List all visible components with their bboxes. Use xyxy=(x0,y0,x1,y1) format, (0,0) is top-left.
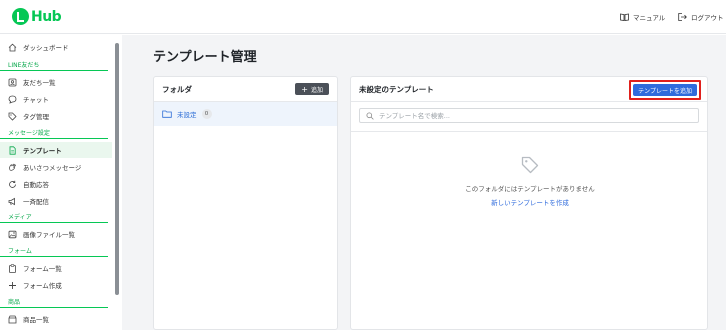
sidebar-section-products: 商品 xyxy=(0,295,108,308)
divider xyxy=(351,131,707,132)
sidebar-item-broadcast[interactable]: 一斉配信 xyxy=(0,193,112,209)
refresh-icon xyxy=(8,180,17,189)
sidebar-section-form: フォーム xyxy=(0,244,108,257)
template-panel-header: 未設定のテンプレート テンプレートを追加 xyxy=(351,77,707,102)
plus-icon: + xyxy=(301,84,308,94)
logo[interactable]: Hub xyxy=(12,8,62,25)
image-icon xyxy=(8,230,17,239)
logout-label: ログアウト xyxy=(691,14,724,22)
document-icon xyxy=(8,145,17,155)
search-input[interactable] xyxy=(379,111,679,120)
clipboard-icon xyxy=(8,263,17,273)
main-content: テンプレート管理 フォルダ + 追加 未設定 0 未設定のテンプレート テンプレ… xyxy=(122,35,726,330)
home-icon xyxy=(8,43,17,52)
sidebar-item-label: チャット xyxy=(23,96,49,104)
highlight-box: テンプレートを追加 xyxy=(629,80,701,100)
sidebar-item-label: 友だち一覧 xyxy=(23,79,56,87)
empty-message: このフォルダにはテンプレートがありません xyxy=(465,185,595,193)
sidebar-item-product-list[interactable]: 商品一覧 xyxy=(0,311,112,327)
sidebar-item-form-list[interactable]: フォーム一覧 xyxy=(0,260,112,276)
folder-item[interactable]: 未設定 0 xyxy=(154,102,337,126)
folder-icon xyxy=(162,110,172,118)
empty-state: このフォルダにはテンプレートがありません 新しいテンプレートを作成 xyxy=(351,155,709,207)
wave-icon xyxy=(8,163,17,172)
sidebar-scrollbar[interactable] xyxy=(115,43,119,295)
logout-link[interactable]: ログアウト xyxy=(678,12,724,22)
sidebar-item-label: ダッシュボード xyxy=(23,44,69,52)
sidebar-item-label: フォーム作成 xyxy=(23,282,62,290)
sidebar-item-chat[interactable]: チャット xyxy=(0,91,112,107)
sidebar-item-dashboard[interactable]: ダッシュボード xyxy=(0,39,112,55)
top-header: Hub マニュアル ログアウト xyxy=(0,0,726,34)
shop-icon xyxy=(8,315,17,324)
folder-panel-title: フォルダ xyxy=(162,84,192,94)
logout-icon xyxy=(678,13,687,21)
folder-name: 未設定 xyxy=(177,111,197,119)
add-folder-label: 追加 xyxy=(310,86,323,94)
sidebar-item-greeting[interactable]: あいさつメッセージ xyxy=(0,159,112,175)
broadcast-icon xyxy=(8,197,17,206)
sidebar-item-label: タグ管理 xyxy=(23,113,49,121)
logo-mark xyxy=(12,8,29,25)
manual-label: マニュアル xyxy=(633,14,666,22)
users-icon xyxy=(8,78,17,87)
tag-icon xyxy=(351,155,709,175)
sidebar-item-label: 画像ファイル一覧 xyxy=(23,231,75,239)
add-template-button[interactable]: テンプレートを追加 xyxy=(633,84,697,96)
template-search xyxy=(359,108,699,123)
sidebar-item-tags[interactable]: タグ管理 xyxy=(0,108,112,124)
sidebar-item-label: テンプレート xyxy=(23,147,62,155)
page-title: テンプレート管理 xyxy=(153,50,257,65)
template-panel-title: 未設定のテンプレート xyxy=(359,84,434,94)
sidebar-item-label: 商品一覧 xyxy=(23,316,49,324)
template-panel: 未設定のテンプレート テンプレートを追加 このフォルダにはテンプレートがありませ… xyxy=(350,76,708,330)
folder-panel: フォルダ + 追加 未設定 0 xyxy=(153,76,338,330)
manual-link[interactable]: マニュアル xyxy=(620,12,665,22)
sidebar-item-label: 一斉配信 xyxy=(23,198,49,206)
folder-panel-header: フォルダ + 追加 xyxy=(154,77,337,102)
sidebar-item-label: 自動応答 xyxy=(23,181,49,189)
plus-icon xyxy=(8,281,17,290)
sidebar-item-templates[interactable]: テンプレート xyxy=(0,142,112,158)
sidebar-section-media: メディア xyxy=(0,210,108,223)
logo-text: Hub xyxy=(31,8,62,25)
create-template-link[interactable]: 新しいテンプレートを作成 xyxy=(351,197,709,207)
sidebar-item-auto-reply[interactable]: 自動応答 xyxy=(0,176,112,192)
folder-count-badge: 0 xyxy=(201,109,212,119)
sidebar: ダッシュボード LINE友だち 友だち一覧 チャット タグ管理 メッセージ設定 … xyxy=(0,35,122,330)
search-icon xyxy=(366,111,374,120)
sidebar-item-label: フォーム一覧 xyxy=(23,265,62,273)
sidebar-item-image-files[interactable]: 画像ファイル一覧 xyxy=(0,226,112,242)
sidebar-section-line-friends: LINE友だち xyxy=(0,58,108,71)
sidebar-item-friends-list[interactable]: 友だち一覧 xyxy=(0,74,112,90)
sidebar-section-message-settings: メッセージ設定 xyxy=(0,126,108,139)
add-folder-button[interactable]: + 追加 xyxy=(295,83,329,95)
sidebar-item-form-create[interactable]: フォーム作成 xyxy=(0,277,112,293)
chat-icon xyxy=(8,95,17,104)
tag-icon xyxy=(8,112,17,121)
sidebar-item-label: あいさつメッセージ xyxy=(23,164,82,172)
book-icon xyxy=(620,13,629,21)
